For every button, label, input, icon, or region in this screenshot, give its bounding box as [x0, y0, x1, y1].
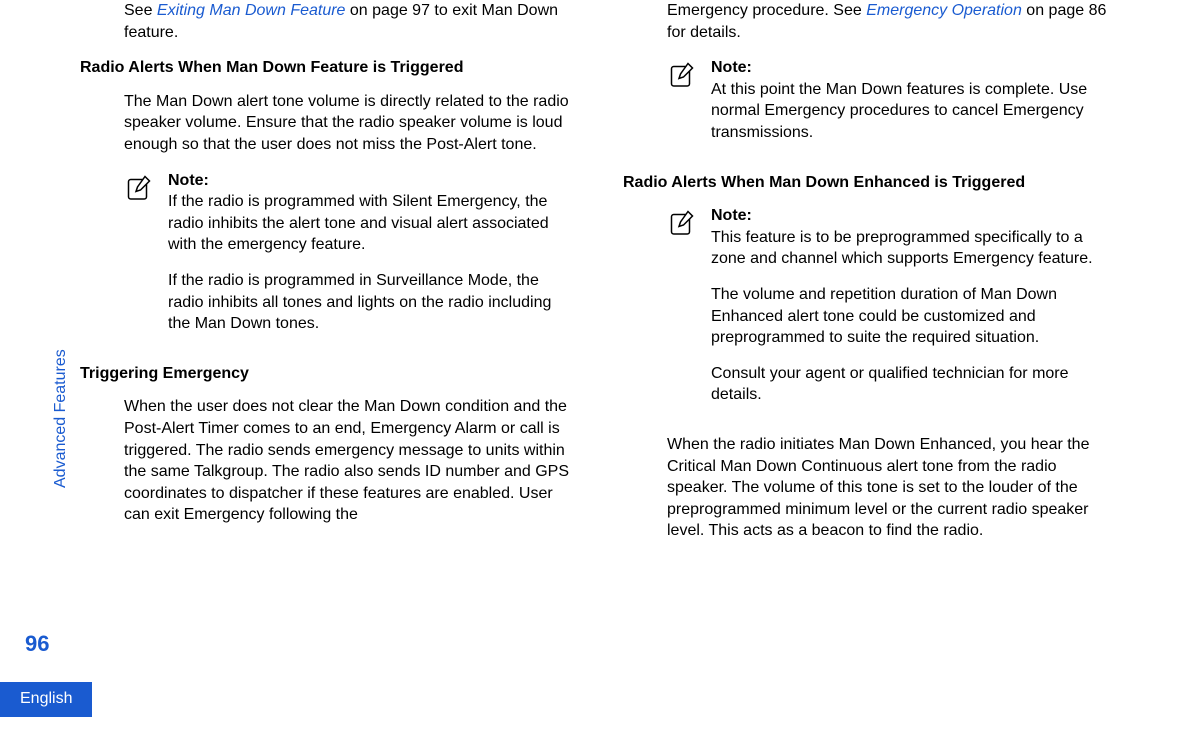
heading-radio-alerts-man-down: Radio Alerts When Man Down Feature is Tr…: [80, 57, 575, 79]
note3-paragraph2: The volume and repetition duration of Ma…: [711, 284, 1118, 349]
note-body: Note: This feature is to be preprogramme…: [711, 205, 1118, 420]
note-icon: [667, 207, 697, 237]
sidebar: Advanced Features 96 English: [0, 0, 70, 747]
left-column: See Exiting Man Down Feature on page 97 …: [80, 0, 575, 680]
heading-radio-alerts-enhanced: Radio Alerts When Man Down Enhanced is T…: [623, 172, 1118, 194]
link-emergency-operation[interactable]: Emergency Operation: [866, 2, 1022, 19]
note-body: Note: At this point the Man Down feature…: [711, 57, 1118, 157]
note-title: Note:: [168, 170, 575, 192]
heading-triggering-emergency: Triggering Emergency: [80, 363, 575, 385]
note-block-1: Note: If the radio is programmed with Si…: [124, 170, 575, 349]
note-title: Note:: [711, 205, 1118, 227]
note1-paragraph2: If the radio is programmed in Surveillan…: [168, 270, 575, 335]
intro-prefix: See: [124, 2, 157, 19]
content-columns: See Exiting Man Down Feature on page 97 …: [80, 0, 1150, 680]
note3-paragraph1: This feature is to be preprogrammed spec…: [711, 227, 1118, 270]
section3-paragraph: When the radio initiates Man Down Enhanc…: [667, 434, 1118, 542]
right-column: Emergency procedure. See Emergency Opera…: [623, 0, 1118, 680]
intro-paragraph: See Exiting Man Down Feature on page 97 …: [124, 0, 575, 43]
language-tag: English: [0, 682, 92, 717]
note-icon: [124, 172, 154, 202]
note2-paragraph1: At this point the Man Down features is c…: [711, 79, 1118, 144]
note-block-3: Note: This feature is to be preprogramme…: [667, 205, 1118, 420]
section1-paragraph: The Man Down alert tone volume is direct…: [124, 91, 575, 156]
section2-paragraph: When the user does not clear the Man Dow…: [124, 396, 575, 526]
section-label: Advanced Features: [50, 349, 72, 488]
note-block-2: Note: At this point the Man Down feature…: [667, 57, 1118, 157]
note3-paragraph3: Consult your agent or qualified technici…: [711, 363, 1118, 406]
link-exiting-man-down[interactable]: Exiting Man Down Feature: [157, 2, 346, 19]
note-title: Note:: [711, 57, 1118, 79]
top-prefix: Emergency procedure. See: [667, 2, 866, 19]
page-number: 96: [25, 629, 49, 659]
top-continuation: Emergency procedure. See Emergency Opera…: [667, 0, 1118, 43]
note1-paragraph1: If the radio is programmed with Silent E…: [168, 191, 575, 256]
note-body: Note: If the radio is programmed with Si…: [168, 170, 575, 349]
note-icon: [667, 59, 697, 89]
